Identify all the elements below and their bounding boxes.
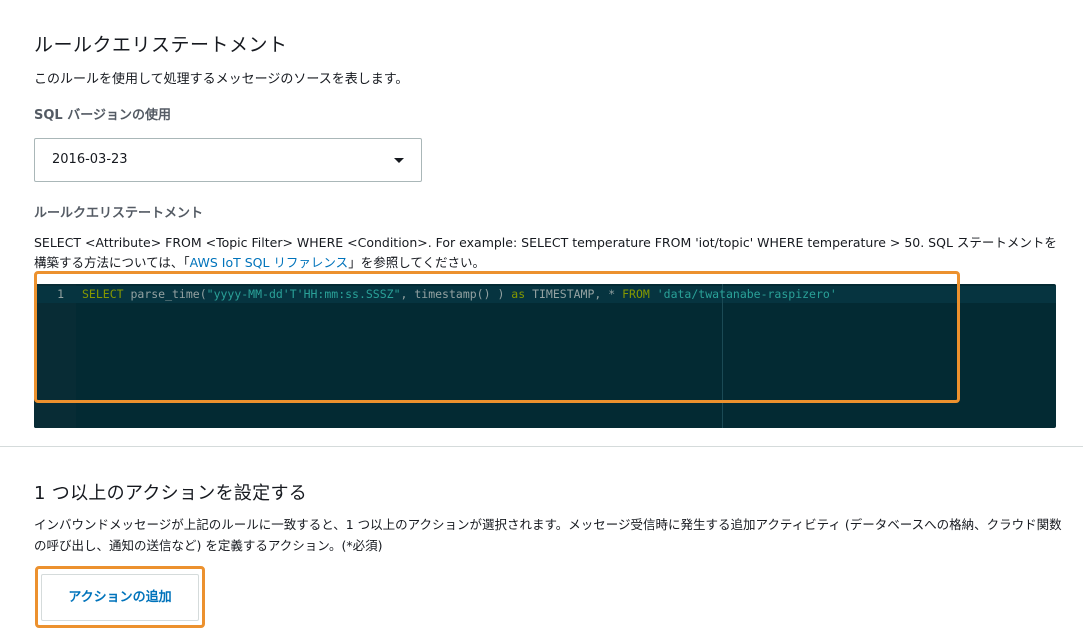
code-token: as (511, 287, 526, 301)
rule-query-heading: ルールクエリステートメント (34, 34, 288, 56)
sql-version-select[interactable]: 2016-03-23 (34, 138, 422, 182)
help-text-after: 」を参照してください。 (348, 255, 485, 270)
sql-code-line[interactable]: SELECT parse_time("yyyy-MM-dd'T'HH:mm:ss… (82, 287, 837, 301)
line-number: 1 (57, 287, 64, 301)
rule-query-description: このルールを使用して処理するメッセージのソースを表します。 (34, 72, 409, 87)
code-token: 'data/twatanabe-raspizero' (656, 287, 837, 301)
sql-editor[interactable]: 1 SELECT parse_time("yyyy-MM-dd'T'HH:mm:… (34, 284, 1056, 428)
statement-help-text: SELECT <Attribute> FROM <Topic Filter> W… (34, 233, 1064, 273)
rule-settings-page: ルールクエリステートメント このルールを使用して処理するメッセージのソースを表し… (0, 0, 1083, 639)
code-token: SELECT (82, 287, 124, 301)
code-token: parse_time( (123, 287, 207, 301)
editor-print-margin (722, 284, 723, 428)
help-text-before: SELECT <Attribute> FROM <Topic Filter> W… (34, 235, 1057, 270)
section-divider (0, 446, 1083, 447)
add-action-button[interactable]: アクションの追加 (41, 574, 199, 621)
sql-version-label: SQL バージョンの使用 (34, 108, 171, 123)
actions-description: インバウンドメッセージが上記のルールに一致すると、1 つ以上のアクションが選択さ… (34, 517, 1062, 553)
statement-label: ルールクエリステートメント (34, 206, 204, 221)
code-token: FROM (622, 287, 650, 301)
sql-version-value: 2016-03-23 (52, 152, 128, 167)
actions-heading: 1 つ以上のアクションを設定する (34, 483, 308, 504)
code-token: TIMESTAMP, * (525, 287, 623, 301)
caret-down-icon (394, 158, 404, 163)
editor-gutter (34, 284, 76, 428)
aws-iot-sql-reference-link[interactable]: AWS IoT SQL リファレンス (190, 255, 349, 270)
code-token: , timestamp() ) (400, 287, 512, 301)
code-token: "yyyy-MM-dd'T'HH:mm:ss.SSSZ" (206, 287, 401, 301)
